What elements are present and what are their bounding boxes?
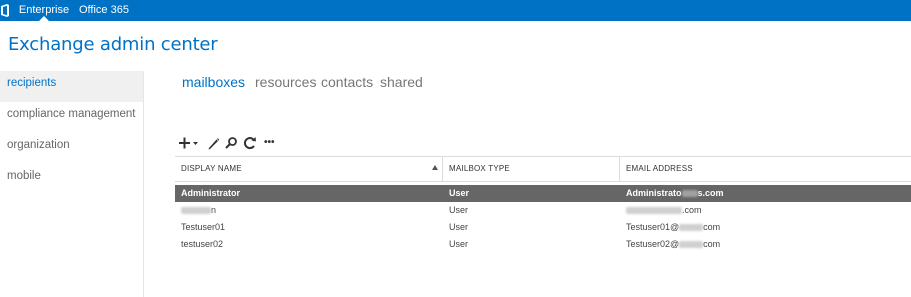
add-icon[interactable] <box>178 134 200 152</box>
email-address-cell: Testuser02@ com <box>620 236 911 253</box>
column-header-label: EMAIL ADDRESS <box>626 164 693 173</box>
app-title: Exchange admin center <box>8 34 218 55</box>
email-address-cell: Testuser01@ com <box>620 219 911 236</box>
subtab-contacts[interactable]: contacts <box>321 74 373 90</box>
tab-office-365[interactable]: Office 365 <box>79 0 129 21</box>
column-header-label: DISPLAY NAME <box>181 164 242 173</box>
table-row[interactable]: Testuser01 User Testuser01@ com <box>175 219 911 236</box>
email-address-cell: .com <box>620 202 911 219</box>
redaction-blur <box>626 207 682 215</box>
refresh-icon[interactable] <box>242 134 258 152</box>
nav-item-recipients[interactable]: recipients <box>0 71 143 102</box>
mailbox-type-cell: User <box>449 222 469 232</box>
subtab-resources[interactable]: resources <box>255 74 316 90</box>
search-icon[interactable] <box>224 134 238 152</box>
email-suffix: com <box>703 239 721 249</box>
column-header-label: MAILBOX TYPE <box>449 164 510 173</box>
table-row[interactable]: Administrator User Administrato s.com <box>175 185 911 202</box>
email-suffix: .com <box>682 205 702 215</box>
more-icon[interactable]: ••• <box>264 134 275 152</box>
display-name-cell: n <box>175 202 443 219</box>
table-row[interactable]: n User .com <box>175 202 911 219</box>
redaction-blur <box>181 207 211 215</box>
nav-item-mobile[interactable]: mobile <box>0 164 143 195</box>
email-address-cell: Administrato s.com <box>620 185 911 202</box>
column-header-display-name[interactable]: DISPLAY NAME <box>175 157 443 181</box>
display-name-cell: Testuser01 <box>181 222 226 232</box>
edit-icon[interactable] <box>206 134 220 152</box>
redaction-blur <box>681 190 698 198</box>
mailbox-list: DISPLAY NAME MAILBOX TYPE EMAIL ADDRESS … <box>175 156 911 253</box>
nav-item-compliance-management[interactable]: compliance management <box>0 102 143 133</box>
email-prefix: Testuser01@ <box>626 222 680 232</box>
mailbox-type-cell: User <box>449 188 470 198</box>
column-header-email-address[interactable]: EMAIL ADDRESS <box>620 157 911 181</box>
table-header: DISPLAY NAME MAILBOX TYPE EMAIL ADDRESS <box>175 156 911 182</box>
display-name-cell: testuser02 <box>181 239 224 249</box>
office-logo-icon[interactable] <box>1 4 9 17</box>
mailbox-type-cell: User <box>449 205 469 215</box>
subtab-mailboxes[interactable]: mailboxes <box>182 74 245 90</box>
nav-item-organization[interactable]: organization <box>0 133 143 164</box>
sort-ascending-icon <box>432 165 438 170</box>
column-header-mailbox-type[interactable]: MAILBOX TYPE <box>443 157 620 181</box>
subtab-shared[interactable]: shared <box>380 74 423 90</box>
table-row[interactable]: testuser02 User Testuser02@ com <box>175 236 911 253</box>
email-suffix: com <box>703 222 721 232</box>
email-prefix: Testuser02@ <box>626 239 680 249</box>
redaction-blur <box>679 224 704 232</box>
redaction-blur <box>679 241 704 249</box>
email-suffix: s.com <box>697 188 724 198</box>
display-name-suffix: n <box>211 205 217 215</box>
email-prefix: Administrato <box>626 188 682 198</box>
display-name-cell: Administrator <box>181 188 241 198</box>
left-navigation: recipients compliance management organiz… <box>0 71 144 297</box>
top-navigation-bar: Enterprise Office 365 <box>0 0 911 21</box>
active-tab-indicator <box>39 16 49 21</box>
mailbox-type-cell: User <box>449 239 469 249</box>
